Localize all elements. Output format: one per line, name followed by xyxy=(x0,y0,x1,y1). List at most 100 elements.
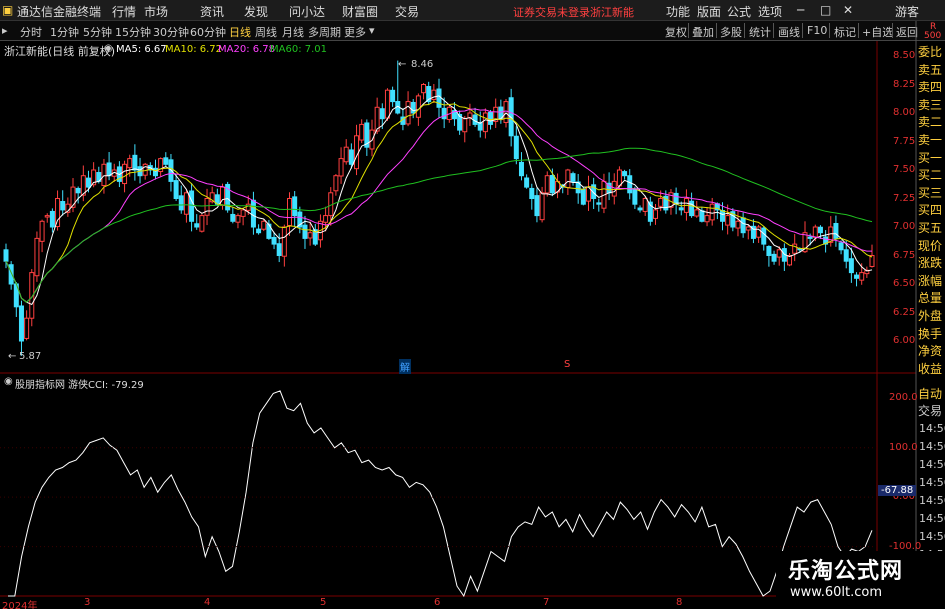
candle-body xyxy=(426,86,432,103)
menu-shichang[interactable]: 市场 xyxy=(144,3,168,20)
expand-icon[interactable]: ▸ xyxy=(2,24,8,37)
period-5min[interactable]: 5分钟 xyxy=(83,24,112,40)
tool-biaoji[interactable]: 标记 xyxy=(834,24,856,40)
period-15min[interactable]: 15分钟 xyxy=(115,24,151,40)
candle-body xyxy=(359,123,365,141)
watermark: 乐淘公式网 www.60lt.com xyxy=(776,551,945,609)
close-icon[interactable]: ✕ xyxy=(843,3,853,17)
candle-body xyxy=(524,177,530,188)
high-label: 8.46 xyxy=(411,59,434,70)
period-60min[interactable]: 60分钟 xyxy=(190,24,226,40)
candle-body xyxy=(756,226,762,238)
candle-body xyxy=(781,248,787,262)
candle-body xyxy=(725,215,731,226)
period-daily[interactable]: 日线 xyxy=(229,24,251,40)
candle-body xyxy=(152,167,158,177)
minimize-icon[interactable]: ─ xyxy=(797,3,804,17)
tool-f10[interactable]: F10 xyxy=(807,24,827,37)
month-tick: 8 xyxy=(676,597,683,608)
indicator-source: 股朋指标网 xyxy=(15,380,65,391)
candle-body xyxy=(616,169,622,187)
ma60-value: MA60: 7.01 xyxy=(270,44,328,55)
auto-trade-1[interactable]: 自动 xyxy=(918,385,945,402)
candle-body xyxy=(364,122,370,148)
menu-zixun[interactable]: 资讯 xyxy=(200,3,224,20)
candle-body xyxy=(761,227,767,245)
candle-body xyxy=(622,171,628,177)
candle-body xyxy=(462,118,468,133)
ma20-value: MA20: 6.78 xyxy=(218,44,276,55)
quote-label: 买三 xyxy=(918,185,943,200)
tool-tongji[interactable]: 统计 xyxy=(749,24,771,40)
candle-body xyxy=(601,180,607,209)
tool-diejia[interactable]: 叠加 xyxy=(692,24,714,40)
candle-body xyxy=(591,184,597,199)
guest-label[interactable]: 游客 xyxy=(895,3,919,20)
period-more[interactable]: 更多 xyxy=(344,24,366,40)
candle-body xyxy=(843,249,849,262)
menu-banmian[interactable]: 版面 xyxy=(697,3,721,20)
candle-body xyxy=(627,175,633,194)
quote-label: 卖四 xyxy=(918,80,943,95)
period-30min[interactable]: 30分钟 xyxy=(153,24,189,40)
price-tick: 7.50 xyxy=(893,164,916,175)
period-monthly[interactable]: 月线 xyxy=(282,24,304,40)
candle-body xyxy=(127,158,133,169)
period-multi[interactable]: 多周期 xyxy=(308,24,341,40)
ma10-line xyxy=(5,101,873,303)
candle-body xyxy=(745,226,751,231)
jie-marker[interactable]: 解 xyxy=(399,359,411,374)
candle-body xyxy=(859,272,865,281)
candle-body xyxy=(668,192,674,208)
period-1min[interactable]: 1分钟 xyxy=(50,24,79,40)
login-notice[interactable]: 证券交易未登录 xyxy=(513,4,590,20)
tool-huaxian[interactable]: 画线 xyxy=(778,24,800,40)
candle-body xyxy=(735,220,741,229)
candle-body xyxy=(457,113,463,131)
candle-body xyxy=(518,161,524,177)
candle-body xyxy=(266,223,272,239)
tick-time: 14:56 xyxy=(919,494,945,507)
s-marker[interactable]: S xyxy=(564,359,570,370)
kline-chart[interactable] xyxy=(0,0,945,609)
cci-label: 游侠CCI: -79.29 xyxy=(68,380,144,391)
low-arrow-icon: ← xyxy=(8,351,17,362)
candle-body xyxy=(29,272,35,319)
candle-body xyxy=(18,305,24,342)
tool-back[interactable]: 返回 xyxy=(896,24,918,40)
tool-duogu[interactable]: 多股 xyxy=(720,24,742,40)
menu-hangqing[interactable]: 行情 xyxy=(112,3,136,20)
maximize-icon[interactable]: □ xyxy=(820,3,831,17)
menu-jiaoyi[interactable]: 交易 xyxy=(395,3,419,20)
candle-body xyxy=(142,163,148,176)
price-tick: 6.75 xyxy=(893,249,916,261)
candle-body xyxy=(529,187,535,199)
indicator-icon[interactable]: ◉ xyxy=(4,376,13,387)
candle-body xyxy=(864,269,870,275)
menu-gongshi[interactable]: 公式 xyxy=(727,3,751,20)
candle-body xyxy=(441,107,447,120)
indicator-toggle-icon[interactable]: ◉ xyxy=(104,43,113,54)
period-fenshi[interactable]: 分时 xyxy=(20,24,42,40)
candle-body xyxy=(575,181,581,194)
quote-label: 收益 xyxy=(918,361,943,376)
candle-body xyxy=(214,194,220,205)
price-tick: 7.75 xyxy=(893,135,916,147)
candle-body xyxy=(369,129,375,150)
more-chevron-icon[interactable]: ▾ xyxy=(369,24,375,37)
tool-fuquan[interactable]: 复权 xyxy=(665,24,687,40)
menu-xuanxiang[interactable]: 选项 xyxy=(758,3,782,20)
period-weekly[interactable]: 周线 xyxy=(255,24,277,40)
cci-tick: 100.0 xyxy=(889,441,918,453)
menu-faxian[interactable]: 发现 xyxy=(244,3,268,20)
candle-body xyxy=(807,236,813,239)
menu-wenxiaoda[interactable]: 问小达 xyxy=(289,3,325,20)
candle-body xyxy=(3,249,9,262)
tool-add-watchlist[interactable]: +自选 xyxy=(862,24,893,40)
candle-body xyxy=(256,228,262,234)
auto-trade-2[interactable]: 交易 xyxy=(918,402,945,419)
menu-gongneng[interactable]: 功能 xyxy=(666,3,690,20)
candle-body xyxy=(446,106,452,121)
month-tick: 4 xyxy=(204,597,211,608)
menu-caifuquan[interactable]: 财富圈 xyxy=(342,3,378,20)
